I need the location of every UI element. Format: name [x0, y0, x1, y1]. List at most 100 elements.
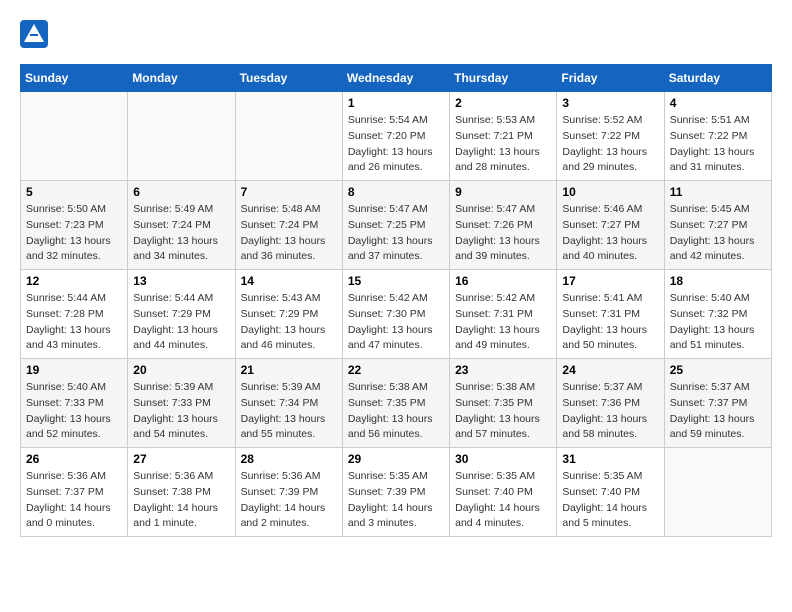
day-info: Sunrise: 5:49 AMSunset: 7:24 PMDaylight:… [133, 202, 229, 265]
calendar-cell: 8 Sunrise: 5:47 AMSunset: 7:25 PMDaylight… [342, 181, 449, 270]
logo [20, 20, 52, 48]
day-info: Sunrise: 5:47 AMSunset: 7:25 PMDaylight:… [348, 202, 444, 265]
day-number: 15 [348, 274, 444, 288]
day-info: Sunrise: 5:54 AMSunset: 7:20 PMDaylight:… [348, 113, 444, 176]
calendar-cell: 19 Sunrise: 5:40 AMSunset: 7:33 PMDayligh… [21, 359, 128, 448]
calendar-cell: 24 Sunrise: 5:37 AMSunset: 7:36 PMDayligh… [557, 359, 664, 448]
calendar-cell: 3Sunrise: 5:52 AMSunset: 7:22 PMDaylight… [557, 92, 664, 181]
calendar-cell: 20 Sunrise: 5:39 AMSunset: 7:33 PMDayligh… [128, 359, 235, 448]
weekday-header-saturday: Saturday [664, 65, 771, 92]
day-number: 23 [455, 363, 551, 377]
day-info: Sunrise: 5:39 AMSunset: 7:34 PMDaylight:… [241, 380, 337, 443]
day-info: Sunrise: 5:46 AMSunset: 7:27 PMDaylight:… [562, 202, 658, 265]
calendar-table: SundayMondayTuesdayWednesdayThursdayFrid… [20, 64, 772, 537]
calendar-cell: 23Sunrise: 5:38 AMSunset: 7:35 PMDayligh… [450, 359, 557, 448]
day-info: Sunrise: 5:47 AMSunset: 7:26 PMDaylight:… [455, 202, 551, 265]
day-info: Sunrise: 5:35 AMSunset: 7:40 PMDaylight:… [455, 469, 551, 532]
weekday-header-thursday: Thursday [450, 65, 557, 92]
day-number: 14 [241, 274, 337, 288]
calendar-cell: 27 Sunrise: 5:36 AMSunset: 7:38 PMDayligh… [128, 448, 235, 537]
day-number: 18 [670, 274, 766, 288]
weekday-header-monday: Monday [128, 65, 235, 92]
day-number: 21 [241, 363, 337, 377]
calendar-cell: 2Sunrise: 5:53 AMSunset: 7:21 PMDaylight… [450, 92, 557, 181]
day-info: Sunrise: 5:50 AMSunset: 7:23 PMDaylight:… [26, 202, 122, 265]
page-header [20, 20, 772, 48]
calendar-cell: 14 Sunrise: 5:43 AMSunset: 7:29 PMDayligh… [235, 270, 342, 359]
calendar-cell: 7 Sunrise: 5:48 AMSunset: 7:24 PMDaylight… [235, 181, 342, 270]
calendar-cell: 25 Sunrise: 5:37 AMSunset: 7:37 PMDayligh… [664, 359, 771, 448]
week-row-5: 26 Sunrise: 5:36 AMSunset: 7:37 PMDayligh… [21, 448, 772, 537]
calendar-cell: 22 Sunrise: 5:38 AMSunset: 7:35 PMDayligh… [342, 359, 449, 448]
day-info: Sunrise: 5:42 AMSunset: 7:30 PMDaylight:… [348, 291, 444, 354]
calendar-cell: 13 Sunrise: 5:44 AMSunset: 7:29 PMDayligh… [128, 270, 235, 359]
day-number: 4 [670, 96, 766, 110]
calendar-cell: 17Sunrise: 5:41 AMSunset: 7:31 PMDayligh… [557, 270, 664, 359]
weekday-header-sunday: Sunday [21, 65, 128, 92]
day-number: 19 [26, 363, 122, 377]
day-info: Sunrise: 5:52 AMSunset: 7:22 PMDaylight:… [562, 113, 658, 176]
day-number: 25 [670, 363, 766, 377]
calendar-cell: 15 Sunrise: 5:42 AMSunset: 7:30 PMDayligh… [342, 270, 449, 359]
day-number: 27 [133, 452, 229, 466]
day-info: Sunrise: 5:44 AMSunset: 7:29 PMDaylight:… [133, 291, 229, 354]
calendar-cell: 30 Sunrise: 5:35 AMSunset: 7:40 PMDayligh… [450, 448, 557, 537]
day-info: Sunrise: 5:37 AMSunset: 7:37 PMDaylight:… [670, 380, 766, 443]
calendar-cell: 4 Sunrise: 5:51 AMSunset: 7:22 PMDaylight… [664, 92, 771, 181]
day-number: 1 [348, 96, 444, 110]
day-info: Sunrise: 5:36 AMSunset: 7:39 PMDaylight:… [241, 469, 337, 532]
calendar-cell [235, 92, 342, 181]
day-number: 26 [26, 452, 122, 466]
day-info: Sunrise: 5:40 AMSunset: 7:33 PMDaylight:… [26, 380, 122, 443]
day-info: Sunrise: 5:40 AMSunset: 7:32 PMDaylight:… [670, 291, 766, 354]
calendar-cell: 28 Sunrise: 5:36 AMSunset: 7:39 PMDayligh… [235, 448, 342, 537]
day-info: Sunrise: 5:36 AMSunset: 7:37 PMDaylight:… [26, 469, 122, 532]
day-number: 31 [562, 452, 658, 466]
day-number: 7 [241, 185, 337, 199]
week-row-1: 1 Sunrise: 5:54 AMSunset: 7:20 PMDaylight… [21, 92, 772, 181]
day-info: Sunrise: 5:45 AMSunset: 7:27 PMDaylight:… [670, 202, 766, 265]
day-info: Sunrise: 5:44 AMSunset: 7:28 PMDaylight:… [26, 291, 122, 354]
calendar-cell: 21 Sunrise: 5:39 AMSunset: 7:34 PMDayligh… [235, 359, 342, 448]
calendar-cell: 9 Sunrise: 5:47 AMSunset: 7:26 PMDaylight… [450, 181, 557, 270]
day-info: Sunrise: 5:37 AMSunset: 7:36 PMDaylight:… [562, 380, 658, 443]
day-info: Sunrise: 5:39 AMSunset: 7:33 PMDaylight:… [133, 380, 229, 443]
day-info: Sunrise: 5:48 AMSunset: 7:24 PMDaylight:… [241, 202, 337, 265]
day-number: 28 [241, 452, 337, 466]
calendar-cell [664, 448, 771, 537]
day-number: 6 [133, 185, 229, 199]
day-number: 16 [455, 274, 551, 288]
day-number: 30 [455, 452, 551, 466]
calendar-cell: 29 Sunrise: 5:35 AMSunset: 7:39 PMDayligh… [342, 448, 449, 537]
day-info: Sunrise: 5:51 AMSunset: 7:22 PMDaylight:… [670, 113, 766, 176]
day-number: 5 [26, 185, 122, 199]
week-row-2: 5 Sunrise: 5:50 AMSunset: 7:23 PMDaylight… [21, 181, 772, 270]
day-number: 8 [348, 185, 444, 199]
weekday-header-friday: Friday [557, 65, 664, 92]
weekday-header-row: SundayMondayTuesdayWednesdayThursdayFrid… [21, 65, 772, 92]
day-number: 10 [562, 185, 658, 199]
day-number: 29 [348, 452, 444, 466]
day-info: Sunrise: 5:53 AMSunset: 7:21 PMDaylight:… [455, 113, 551, 176]
day-info: Sunrise: 5:41 AMSunset: 7:31 PMDaylight:… [562, 291, 658, 354]
day-info: Sunrise: 5:43 AMSunset: 7:29 PMDaylight:… [241, 291, 337, 354]
calendar-cell: 16Sunrise: 5:42 AMSunset: 7:31 PMDayligh… [450, 270, 557, 359]
day-info: Sunrise: 5:38 AMSunset: 7:35 PMDaylight:… [348, 380, 444, 443]
calendar-cell [21, 92, 128, 181]
day-number: 13 [133, 274, 229, 288]
day-number: 24 [562, 363, 658, 377]
calendar-cell: 11 Sunrise: 5:45 AMSunset: 7:27 PMDayligh… [664, 181, 771, 270]
day-number: 11 [670, 185, 766, 199]
day-number: 9 [455, 185, 551, 199]
day-info: Sunrise: 5:35 AMSunset: 7:39 PMDaylight:… [348, 469, 444, 532]
weekday-header-wednesday: Wednesday [342, 65, 449, 92]
day-number: 20 [133, 363, 229, 377]
calendar-cell: 5 Sunrise: 5:50 AMSunset: 7:23 PMDaylight… [21, 181, 128, 270]
week-row-3: 12 Sunrise: 5:44 AMSunset: 7:28 PMDayligh… [21, 270, 772, 359]
calendar-cell: 1 Sunrise: 5:54 AMSunset: 7:20 PMDaylight… [342, 92, 449, 181]
day-number: 12 [26, 274, 122, 288]
day-info: Sunrise: 5:36 AMSunset: 7:38 PMDaylight:… [133, 469, 229, 532]
day-number: 22 [348, 363, 444, 377]
weekday-header-tuesday: Tuesday [235, 65, 342, 92]
calendar-cell: 26 Sunrise: 5:36 AMSunset: 7:37 PMDayligh… [21, 448, 128, 537]
